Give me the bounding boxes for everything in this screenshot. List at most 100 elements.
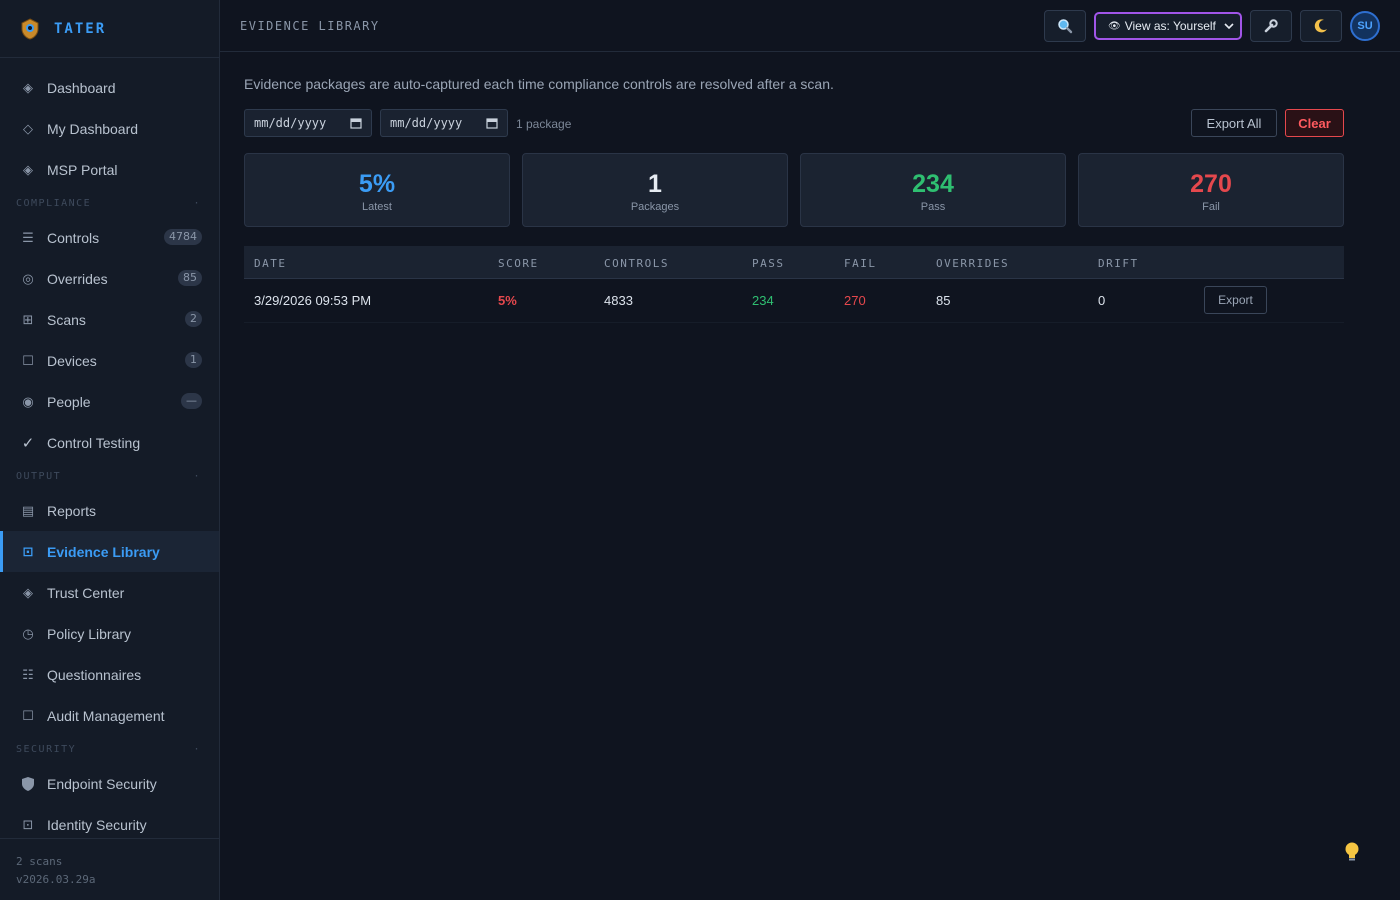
count-badge: 4784 <box>164 229 202 245</box>
sidebar-item-audit-management[interactable]: ☐ Audit Management <box>0 695 219 736</box>
column-header-controls[interactable]: CONTROLS <box>604 257 669 270</box>
search-icon <box>1058 19 1073 34</box>
diamond-outline-icon: ◇ <box>23 120 33 136</box>
topbar: EVIDENCE LIBRARY 👁 View as: Yourself SU <box>220 0 1400 52</box>
sidebar-item-label: Trust Center <box>47 584 125 601</box>
sidebar-item-label: Questionnaires <box>47 666 142 683</box>
count-badge: — <box>181 393 202 409</box>
section-label: COMPLIANCE <box>16 198 92 209</box>
sidebar-item-my-dashboard[interactable]: ◇ My Dashboard <box>0 108 219 149</box>
row-export-button[interactable]: Export <box>1204 286 1267 314</box>
brand[interactable]: TATER <box>0 0 219 58</box>
card-label: Packages <box>630 201 680 213</box>
sidebar-item-controls[interactable]: ☰ Controls 4784 <box>0 217 219 258</box>
card-value: 234 <box>912 170 954 198</box>
view-as-select[interactable]: 👁 View as: Yourself <box>1094 12 1242 40</box>
app-version: v2026.03.29a <box>16 873 96 886</box>
sidebar-item-devices[interactable]: ☐ Devices 1 <box>0 340 219 381</box>
clock-icon: ◷ <box>22 625 34 641</box>
sidebar-item-label: Policy Library <box>47 625 132 642</box>
sidebar-item-label: Dashboard <box>47 79 116 96</box>
sidebar-item-policy-library[interactable]: ◷ Policy Library <box>0 613 219 654</box>
calendar-icon[interactable] <box>486 117 498 129</box>
clear-button[interactable]: Clear <box>1285 109 1344 137</box>
count-badge: 2 <box>185 311 202 327</box>
theme-toggle-button[interactable] <box>1300 10 1342 42</box>
eye-icon: 👁 <box>1108 20 1121 32</box>
column-header-drift[interactable]: DRIFT <box>1098 257 1139 270</box>
report-icon: ▤ <box>21 502 35 518</box>
card-value: 1 <box>648 170 662 198</box>
collapse-icon: · <box>193 198 201 209</box>
sidebar: TATER ◈ Dashboard ◇ My Dashboard ◈ MSP P… <box>0 0 220 900</box>
table-row[interactable]: 3/29/2026 09:53 PM 5% 4833 234 270 85 0 … <box>244 279 1344 323</box>
card-latest: 5% Latest <box>244 153 510 227</box>
sidebar-item-label: Devices <box>47 352 97 369</box>
section-label: SECURITY <box>16 744 77 755</box>
sidebar-item-label: Controls <box>47 229 100 246</box>
sidebar-item-reports[interactable]: ▤ Reports <box>0 490 219 531</box>
column-header-date[interactable]: DATE <box>254 257 287 270</box>
target-icon: ◎ <box>22 270 34 286</box>
card-fail: 270 Fail <box>1078 153 1344 227</box>
count-badge: 85 <box>178 270 202 286</box>
sidebar-item-people[interactable]: ◉ People — <box>0 381 219 422</box>
lightbulb-icon <box>1345 842 1359 861</box>
page-title: EVIDENCE LIBRARY <box>240 18 380 33</box>
cell-score: 5% <box>498 293 517 308</box>
section-compliance[interactable]: COMPLIANCE · <box>0 190 219 217</box>
tools-button[interactable] <box>1250 10 1292 42</box>
tips-button[interactable] <box>1336 836 1368 868</box>
column-header-fail[interactable]: FAIL <box>844 257 877 270</box>
square-icon: ☐ <box>22 707 34 723</box>
count-badge: 1 <box>185 352 202 368</box>
app-name: TATER <box>54 20 107 37</box>
check-icon: ✓ <box>21 434 35 452</box>
search-button[interactable] <box>1044 10 1086 42</box>
column-header-score[interactable]: SCORE <box>498 257 539 270</box>
section-security[interactable]: SECURITY · <box>0 736 219 763</box>
checklist-icon: ☷ <box>22 666 34 682</box>
sidebar-item-endpoint-security[interactable]: Endpoint Security <box>0 763 219 804</box>
id-icon: ⊡ <box>22 816 34 832</box>
sidebar-item-control-testing[interactable]: ✓ Control Testing <box>0 422 219 463</box>
cell-date: 3/29/2026 09:53 PM <box>254 293 372 308</box>
date-from-input[interactable]: mm/dd/yyyy <box>244 109 372 137</box>
chevron-down-icon <box>1224 23 1234 30</box>
sidebar-item-overrides[interactable]: ◎ Overrides 85 <box>0 258 219 299</box>
wrench-icon <box>1264 19 1278 33</box>
sidebar-item-dashboard[interactable]: ◈ Dashboard <box>0 67 219 108</box>
column-header-overrides[interactable]: OVERRIDES <box>936 257 1009 270</box>
card-label: Pass <box>920 201 946 213</box>
sidebar-nav: ◈ Dashboard ◇ My Dashboard ◈ MSP Portal … <box>0 67 219 845</box>
calendar-icon[interactable] <box>350 117 362 129</box>
column-header-pass[interactable]: PASS <box>752 257 785 270</box>
evidence-table: DATE SCORE CONTROLS PASS FAIL OVERRIDES … <box>244 246 1344 323</box>
table-header: DATE SCORE CONTROLS PASS FAIL OVERRIDES … <box>244 246 1344 279</box>
sidebar-footer: 2 scans v2026.03.29a <box>0 838 219 900</box>
export-all-button[interactable]: Export All <box>1191 109 1277 137</box>
sidebar-item-trust-center[interactable]: ◈ Trust Center <box>0 572 219 613</box>
avatar[interactable]: SU <box>1350 11 1380 41</box>
sidebar-item-label: Reports <box>47 502 97 519</box>
card-packages: 1 Packages <box>522 153 788 227</box>
sidebar-item-label: Endpoint Security <box>47 775 157 792</box>
sidebar-item-scans[interactable]: ⊞ Scans 2 <box>0 299 219 340</box>
list-icon: ☰ <box>22 229 34 245</box>
collapse-icon: · <box>193 744 201 755</box>
diamond-icon: ◈ <box>23 79 33 95</box>
sidebar-item-questionnaires[interactable]: ☷ Questionnaires <box>0 654 219 695</box>
card-label: Fail <box>1202 201 1220 213</box>
section-label: OUTPUT <box>16 471 62 482</box>
sidebar-item-evidence-library[interactable]: ⊡ Evidence Library <box>0 531 219 572</box>
page-description: Evidence packages are auto-captured each… <box>244 76 834 92</box>
date-to-input[interactable]: mm/dd/yyyy <box>380 109 508 137</box>
summary-cards: 5% Latest 1 Packages 234 Pass 270 Fail <box>244 153 1344 227</box>
cell-fail: 270 <box>844 293 866 308</box>
cell-drift: 0 <box>1098 293 1106 308</box>
section-output[interactable]: OUTPUT · <box>0 463 219 490</box>
sidebar-item-label: My Dashboard <box>47 120 139 137</box>
diamond-icon: ◈ <box>23 161 33 177</box>
sidebar-item-msp-portal[interactable]: ◈ MSP Portal <box>0 149 219 190</box>
grid-icon: ⊞ <box>22 311 34 327</box>
